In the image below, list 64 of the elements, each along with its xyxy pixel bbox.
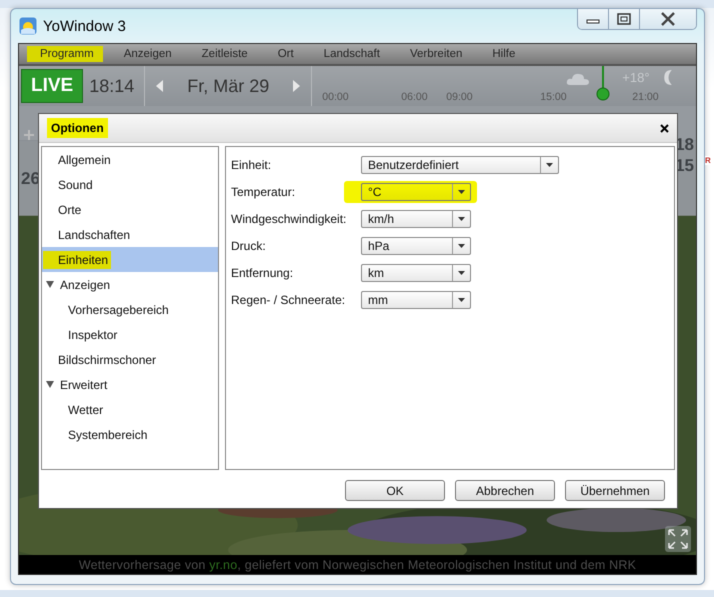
nav-item[interactable]: Inspektor — [42, 322, 218, 347]
caret-icon — [458, 216, 465, 220]
field-label: Druck: — [231, 238, 267, 252]
pin-icon — [596, 66, 610, 102]
close-button[interactable] — [640, 9, 696, 29]
field-label: Regen- / Schneerate: — [231, 292, 346, 306]
apply-button[interactable]: Übernehmen — [565, 480, 665, 501]
nav-item[interactable]: Anzeigen — [42, 272, 218, 297]
caret-icon — [458, 190, 465, 194]
triangle-icon[interactable] — [46, 281, 54, 288]
triangle-icon[interactable] — [46, 381, 54, 388]
date-label: Fr, Mär 29 — [187, 76, 270, 96]
menu-item[interactable]: Programm — [27, 46, 103, 62]
desktop-text: R — [705, 156, 711, 165]
nav-item[interactable]: Einheiten — [42, 247, 218, 272]
hour-label: 00:00 — [322, 91, 349, 103]
nav-item[interactable]: Sound — [42, 172, 218, 197]
close-icon — [660, 12, 676, 26]
fullscreen-icon[interactable] — [665, 526, 691, 552]
cancel-button[interactable]: Abbrechen — [455, 480, 555, 501]
field-label: Einheit: — [231, 158, 272, 172]
menu-item[interactable]: Verbreiten — [396, 46, 472, 62]
caret-icon — [458, 244, 465, 248]
sun-icon — [19, 17, 37, 35]
menu-item[interactable]: Zeitleiste — [188, 46, 257, 62]
hour-label: 21:00 — [632, 91, 659, 103]
field-label: Temperatur: — [231, 184, 296, 198]
maximize-button[interactable] — [609, 9, 640, 29]
menu-item[interactable]: Anzeigen — [110, 46, 181, 62]
moon-icon — [664, 70, 672, 85]
field-label: Entfernung: — [231, 266, 294, 280]
caret-icon — [458, 270, 465, 274]
nav-item[interactable]: Vorhersagebereich — [42, 297, 218, 322]
caret-icon — [546, 162, 553, 166]
credit-text: Wettervorhersage von yr.no, geliefert vom Norwegischen Meteorologischen Institut und dem NRK — [78, 558, 636, 572]
hour-label: 06:00 — [401, 91, 428, 103]
close-icon[interactable] — [660, 124, 669, 132]
cloud-icon — [566, 72, 590, 86]
nav-item[interactable]: Systembereich — [42, 422, 218, 447]
hour-label: 09:00 — [446, 91, 473, 103]
dropdown[interactable]: hPa — [361, 236, 471, 254]
nav-item[interactable]: Orte — [42, 197, 218, 222]
menu-item[interactable]: Landschaft — [310, 46, 389, 62]
nav-item[interactable]: Landschaften — [42, 222, 218, 247]
dropdown[interactable]: mm — [361, 290, 471, 308]
caret-icon — [458, 298, 465, 302]
dropdown[interactable]: °C — [361, 182, 471, 200]
field-label: Windgeschwindigkeit: — [231, 212, 348, 226]
live-button[interactable]: LIVE — [21, 69, 84, 103]
nav-item[interactable]: Allgemein — [42, 147, 218, 172]
dialog-title: Optionen — [47, 118, 108, 138]
hour-label: 15:00 — [540, 91, 567, 103]
nav-item[interactable]: Bildschirmschoner — [42, 347, 218, 372]
minimize-button[interactable] — [578, 9, 609, 29]
menu-item[interactable]: Ort — [264, 46, 303, 62]
dropdown[interactable]: Benutzerdefiniert — [361, 156, 559, 174]
dropdown[interactable]: km — [361, 264, 471, 282]
menu-item[interactable]: Hilfe — [479, 46, 524, 62]
dropdown[interactable]: km/h — [361, 210, 471, 228]
nav-item[interactable]: Wetter — [42, 397, 218, 422]
ok-button[interactable]: OK — [345, 480, 445, 501]
window-title: YoWindow 3 — [43, 18, 127, 34]
nav-item[interactable]: Erweitert — [42, 372, 218, 397]
maximize-icon — [617, 13, 631, 25]
